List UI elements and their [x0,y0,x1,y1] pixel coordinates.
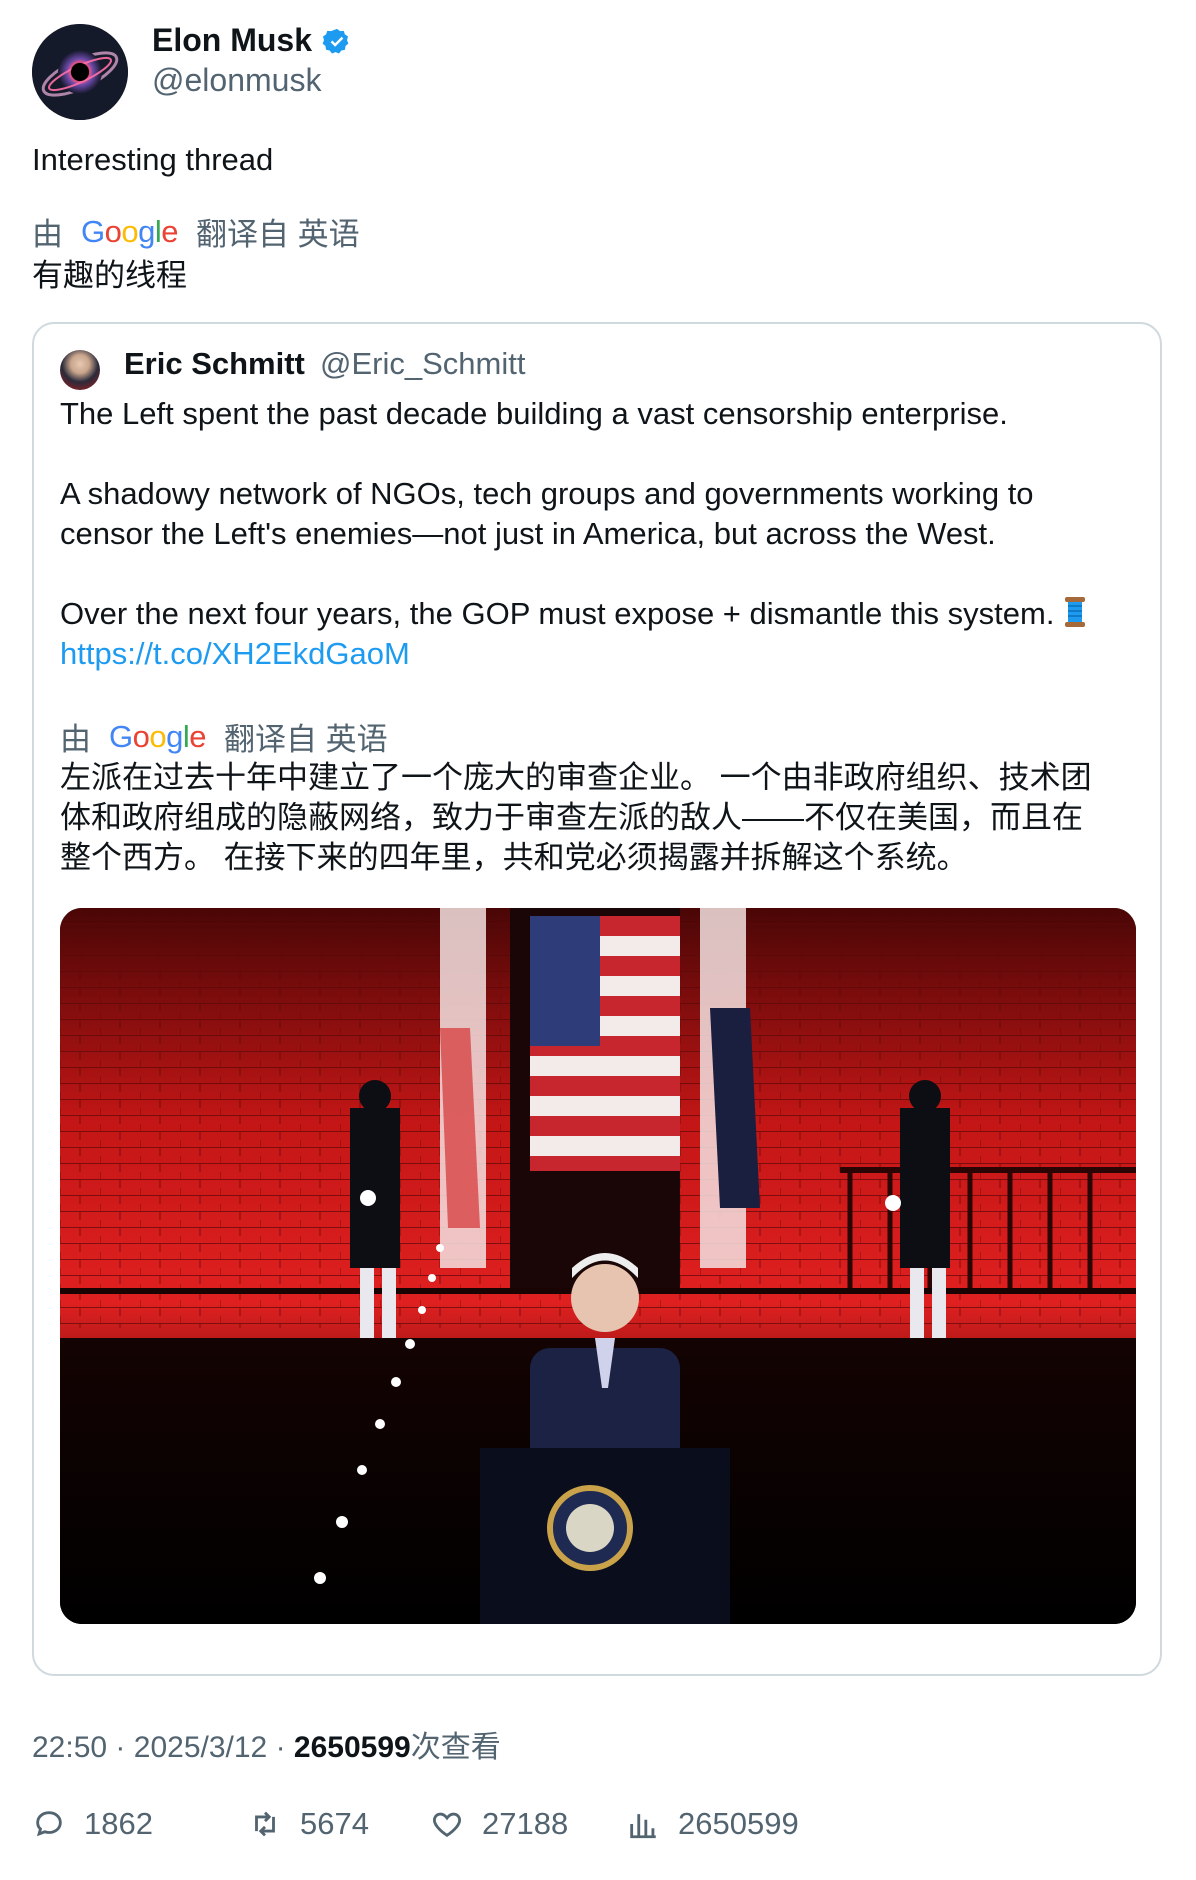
quoted-paragraph-3: Over the next four years, the GOP must e… [60,594,1140,634]
quoted-paragraph-2-line-1: A shadowy network of NGOs, tech groups a… [60,476,1034,511]
author-avatar[interactable] [32,24,128,120]
quoted-link-line: https://t.co/XH2EkdGaoM [60,634,1140,674]
tweet-text: Interesting thread [32,142,274,177]
verified-badge-icon [322,28,349,54]
author-handle[interactable]: @elonmusk [152,62,321,99]
speech-photo[interactable] [60,908,1136,1624]
repost-button[interactable]: 5674 [248,1806,369,1842]
like-button[interactable]: 27188 [430,1806,568,1842]
black-hole-icon [32,24,128,120]
quoted-link[interactable]: https://t.co/XH2EkdGaoM [60,636,410,671]
quoted-author-avatar[interactable] [60,350,100,390]
google-logo: Google [81,213,179,249]
tweet-date[interactable]: 2025/3/12 [134,1731,267,1764]
quoted-translation-row: 由 Google 翻译自 英语 [60,714,388,759]
quoted-author-name[interactable]: Eric Schmitt [124,346,305,382]
quoted-translation-line-2: 体和政府组成的隐蔽网络，致力于审查左派的敌人——不仅在美国，而且在 [60,800,1083,835]
reply-icon [36,1811,62,1837]
analytics-icon [630,1814,656,1839]
views-label: 次查看 [410,1731,501,1764]
quoted-translation-line-1: 左派在过去十年中建立了一个庞大的审查企业。 一个由非政府组织、技术团 [60,760,1092,795]
views-button[interactable]: 2650599 [626,1806,799,1842]
quoted-translation-prefix: 由 [60,722,91,757]
meta-separator: · [115,1731,126,1764]
repost-count: 5674 [300,1806,369,1841]
translation-prefix: 由 [32,217,63,252]
quoted-google-logo: Google [109,718,207,754]
views-action-count: 2650599 [678,1806,799,1841]
quoted-paragraph-1: The Left spent the past decade building … [60,396,1008,431]
quoted-translation-line-3: 整个西方。 在接下来的四年里，共和党必须揭露并拆解这个系统。 [60,840,968,875]
repost-icon [255,1811,275,1837]
translation-attribution: 由 Google 翻译自 英语 [32,209,360,254]
tweet-time[interactable]: 22:50 [32,1731,107,1764]
translated-tweet-text: 有趣的线程 [32,258,187,293]
reply-button[interactable]: 1862 [32,1806,153,1842]
spool-of-thread-icon [1064,596,1086,628]
translation-suffix: 翻译自 英语 [196,217,360,252]
quoted-paragraph-3-text: Over the next four years, the GOP must e… [60,596,1055,631]
speech-scene-illustration [60,908,1136,1624]
quoted-author-handle[interactable]: @Eric_Schmitt [320,346,525,382]
reply-count: 1862 [84,1806,153,1841]
tweet-meta: 22:50 · 2025/3/12 · 2650599次查看 [32,1722,501,1766]
quoted-translation-suffix: 翻译自 英语 [224,722,388,757]
views-count: 2650599 [293,1731,411,1764]
action-bar: 1862 5674 27188 2650599 [32,1806,1162,1850]
like-count: 27188 [482,1806,569,1841]
quoted-paragraph-2-line-2: censor the Left's enemies—not just in Am… [60,516,996,551]
author-name[interactable]: Elon Musk [152,22,312,59]
heart-icon [433,1812,461,1838]
meta-separator: · [275,1731,286,1764]
tweet-page: Elon Musk @elonmusk Interesting thread 由… [0,0,1196,1880]
quoted-tweet-card[interactable]: Eric Schmitt @Eric_Schmitt The Left spen… [32,322,1162,1676]
